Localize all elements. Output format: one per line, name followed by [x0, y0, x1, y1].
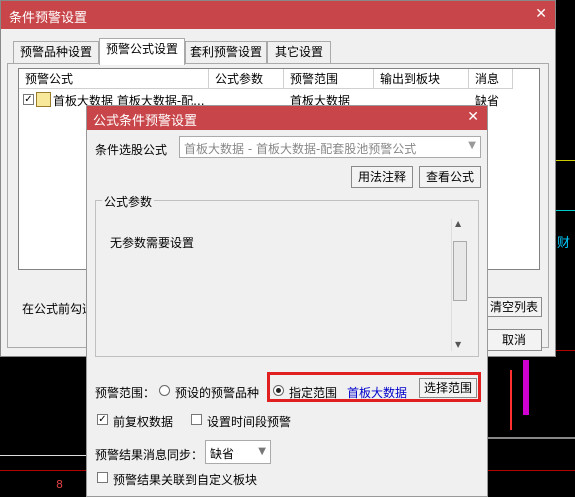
range-preset-radio[interactable]	[159, 385, 170, 396]
scroll-down-icon[interactable]: ▼	[455, 340, 461, 349]
column-header-params[interactable]: 公式参数	[209, 69, 284, 89]
range-specified-radio[interactable]	[273, 385, 284, 396]
clear-list-button[interactable]: 清空列表	[486, 297, 542, 317]
bottom-hint: 在公式前勾选	[22, 302, 95, 316]
formula-alert-dialog: 公式条件预警设置 ✕ 条件选股公式 首板大数据 - 首板大数据-配套股池预警公式…	[86, 105, 488, 497]
tab-symbol-settings[interactable]: 预警品种设置	[13, 41, 99, 64]
chart-line-cyan	[554, 210, 575, 211]
formula-icon	[36, 92, 51, 107]
select-range-button[interactable]: 选择范围	[419, 378, 477, 398]
row-checkbox[interactable]: ✓	[23, 94, 34, 105]
formula-label: 条件选股公式	[95, 143, 168, 157]
view-formula-button[interactable]: 查看公式	[419, 166, 481, 188]
tab-other-settings[interactable]: 其它设置	[267, 41, 331, 64]
sync-select[interactable]: 缺省 ▼	[205, 440, 271, 464]
params-group-title: 公式参数	[102, 193, 155, 210]
params-scrollbar[interactable]: ▲ ▼	[451, 219, 468, 351]
range-value: 首板大数据	[347, 386, 408, 400]
timeslot-checkbox[interactable]	[191, 414, 202, 425]
range-specified-label: 指定范围	[289, 386, 338, 400]
chart-line-gray	[486, 437, 575, 439]
link-block-checkbox[interactable]	[97, 472, 108, 483]
column-header-formula[interactable]: 预警公式	[19, 69, 209, 89]
sync-select-value: 缺省	[210, 447, 235, 461]
scroll-thumb[interactable]	[453, 241, 467, 301]
column-header-range[interactable]: 预警范围	[284, 69, 374, 89]
scroll-up-icon[interactable]: ▲	[455, 219, 461, 228]
tab-formula-settings[interactable]: 预警公式设置	[99, 38, 185, 65]
link-block-label: 预警结果关联到自定义板块	[113, 473, 258, 487]
formula-select-value: 首板大数据 - 首板大数据-配套股池预警公式	[184, 142, 417, 156]
fq-checkbox[interactable]: ✓	[97, 414, 108, 425]
cancel-button[interactable]: 取消	[486, 329, 542, 351]
formula-select[interactable]: 首板大数据 - 首板大数据-配套股池预警公式 ▼	[179, 136, 481, 158]
timeslot-label: 设置时间段预警	[207, 415, 292, 429]
fq-label: 前复权数据	[113, 415, 174, 429]
chart-bar-red	[510, 370, 512, 430]
dialog-title: 条件预警设置	[9, 11, 88, 26]
close-icon[interactable]: ✕	[535, 6, 547, 22]
chart-axis-label: 8	[56, 478, 63, 491]
chart-label-cai: 财	[557, 236, 571, 251]
title-bar: 条件预警设置 ✕	[1, 1, 555, 29]
close-icon[interactable]: ✕	[467, 109, 479, 125]
sync-label: 预警结果消息同步：	[95, 448, 204, 462]
column-header-message[interactable]: 消息	[469, 69, 513, 89]
usage-notes-button[interactable]: 用法注释	[351, 166, 413, 188]
chart-line-yellow2	[554, 160, 575, 161]
chevron-down-icon: ▼	[258, 446, 266, 457]
title-bar: 公式条件预警设置 ✕	[87, 106, 487, 130]
params-text: 无参数需要设置	[110, 236, 195, 250]
chart-line-white	[0, 455, 86, 456]
column-header-output[interactable]: 输出到板块	[374, 69, 469, 89]
range-label: 预警范围：	[95, 386, 156, 400]
chevron-down-icon: ▼	[468, 140, 476, 151]
chart-bar-magenta	[523, 360, 529, 415]
dialog-title: 公式条件预警设置	[93, 114, 198, 129]
tab-arbitrage-settings[interactable]: 套利预警设置	[185, 41, 267, 64]
params-group: 公式参数 无参数需要设置 ▲ ▼	[95, 193, 479, 357]
range-preset-label: 预设的预警品种	[175, 386, 260, 400]
